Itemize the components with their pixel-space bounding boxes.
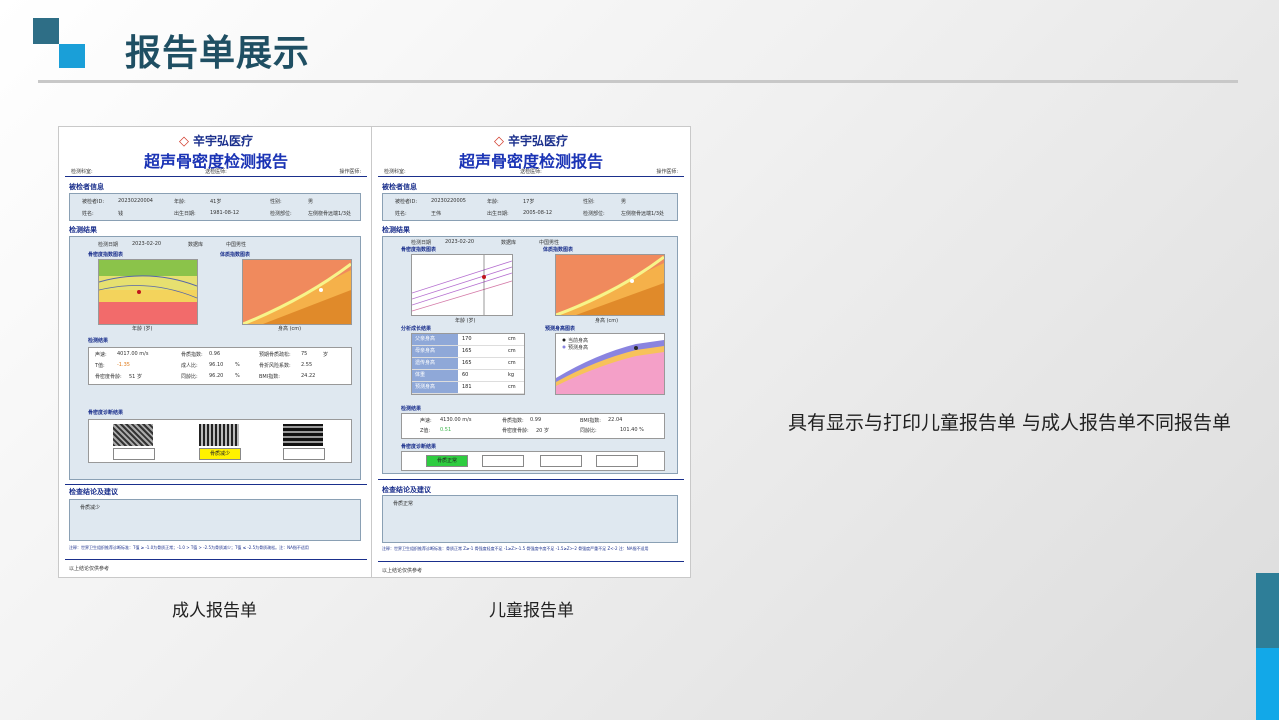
report-footer: 以上结论仅供参考: [69, 566, 110, 572]
bone-density-chart: [98, 259, 198, 325]
hospital-logo-icon: ◇: [493, 134, 504, 149]
growth-row-value: 60: [462, 372, 469, 378]
logo-square-light: [59, 44, 85, 68]
section-patient: 被检者信息: [69, 183, 104, 191]
report-footer: 以上结论仅供参考: [382, 568, 423, 574]
adult-report-caption: 成人报告单: [172, 601, 257, 621]
section-rule: [65, 484, 367, 485]
diag-slot-moderate: [540, 455, 582, 467]
section-conclusion: 检查结论及建议: [69, 488, 118, 496]
corner-deco-dark: [1256, 573, 1279, 648]
growth-row-label: 父亲身高: [412, 334, 458, 345]
section-patient: 被检者信息: [382, 183, 417, 191]
hospital-name: ◇ 辛宇弘医疗: [493, 134, 568, 149]
bmi-chart: [555, 254, 665, 316]
growth-row-value: 165: [462, 348, 472, 354]
result-box: 检测日期 2023-02-20 数据库 中国男性 骨密度指数图表 体质指数图表 …: [69, 236, 361, 480]
diag-slot-osteoporosis: [283, 448, 325, 460]
header-rule: [65, 176, 367, 177]
header-rule: [378, 176, 684, 177]
growth-table: 父亲身高 170 cm 母亲身高 165 cm 遗传身高 165 cm 体重 60 kg 预测身高 181…: [411, 333, 525, 395]
conclusion-box: 骨质正常: [382, 495, 678, 543]
growth-row-value: 165: [462, 360, 472, 366]
diagnosis-panel: 骨质正常: [401, 451, 665, 471]
report-note: 注释：世界卫生组织推荐诊断标准：T值 ≥ -1.0为骨质正常；-1.0 > T值…: [69, 545, 309, 550]
conclusion-box: 骨质减少: [69, 499, 361, 541]
section-rule: [378, 479, 684, 480]
report-note: 注释：世界卫生组织推荐诊断标准：骨质正常 Z≥-1 骨强度轻度不足 -1≥Z>-…: [382, 546, 649, 551]
growth-row: 预测身高 181 cm: [412, 382, 524, 394]
diag-slot-mild: [482, 455, 524, 467]
diag-slot-normal: [113, 448, 155, 460]
bone-texture-osteopenia: [199, 424, 239, 446]
bmi-chart: [242, 259, 352, 325]
growth-row-label: 体重: [412, 370, 458, 381]
hospital-name: ◇ 辛宇弘医疗: [178, 134, 253, 149]
legend-current-label: 当前身高: [568, 337, 588, 344]
slide-title: 报告单展示: [125, 33, 311, 74]
chart-patient-point: [630, 279, 634, 283]
chart-band-osteoporosis: [99, 302, 197, 324]
growth-row-unit: cm: [508, 336, 516, 342]
section-result: 检测结果: [382, 226, 410, 234]
growth-row-label: 遗传身高: [412, 358, 458, 369]
growth-row: 母亲身高 165 cm: [412, 346, 524, 358]
footer-rule: [378, 561, 684, 562]
legend-current-marker: [562, 338, 566, 342]
legend-predicted-label: 预测身高: [568, 344, 588, 351]
legend-predicted-marker: [562, 345, 566, 349]
growth-row-unit: cm: [508, 348, 516, 354]
report-meta: 检测科室: 送检医师: 操作医师:: [384, 169, 678, 175]
growth-row: 体重 60 kg: [412, 370, 524, 382]
growth-row-label: 母亲身高: [412, 346, 458, 357]
growth-row-unit: cm: [508, 384, 516, 390]
growth-row-unit: kg: [508, 372, 515, 378]
growth-row: 遗传身高 165 cm: [412, 358, 524, 370]
diag-slot-selected: 骨质正常: [426, 455, 468, 467]
result-box: 检测日期 2023-02-20 数据库 中国男性 骨密度指数图表 体质指数图表 …: [382, 236, 678, 474]
bone-texture-osteoporosis: [283, 424, 323, 446]
diagnosis-panel: 骨质减少: [88, 419, 352, 463]
slide-description: 具有显示与打印儿童报告单 与成人报告单不同报告单: [788, 412, 1232, 434]
chart-patient-point: [137, 290, 141, 294]
chart-bg: [412, 255, 512, 315]
growth-row-value: 181: [462, 384, 472, 390]
growth-row: 父亲身高 170 cm: [412, 334, 524, 346]
child-report-caption: 儿童报告单: [489, 601, 574, 621]
height-prediction-chart: 当前身高 预测身高: [555, 333, 665, 395]
growth-row-unit: cm: [508, 360, 516, 366]
results-table: 声速: 4130.00 m/s 骨质指数: 0.99 BMI指数: 22.04 …: [401, 413, 665, 439]
growth-row-label: 预测身高: [412, 382, 458, 393]
chart-patient-point: [482, 275, 486, 279]
diag-slot-selected: 骨质减少: [199, 448, 241, 460]
chart-band-osteopenia: [99, 290, 197, 302]
bone-density-chart: [411, 254, 513, 316]
results-table: 声速: 4017.00 m/s 骨质指数: 0.96 预期骨质疏松: 75 岁 …: [88, 347, 352, 385]
section-result: 检测结果: [69, 226, 97, 234]
chart-band-normal: [99, 260, 197, 276]
patient-box: 被检者ID: 20230220005 年龄: 17岁 性别: 男 姓名: 王伟 …: [382, 193, 678, 221]
hospital-logo-icon: ◇: [178, 134, 189, 149]
corner-deco-light: [1256, 648, 1279, 720]
chart-current-point: [634, 346, 638, 350]
adult-report-image: ◇ 辛宇弘医疗 超声骨密度检测报告 检测科室: 送检医师: 操作医师: 被检者信息…: [58, 126, 374, 578]
section-conclusion: 检查结论及建议: [382, 486, 431, 494]
growth-row-value: 170: [462, 336, 472, 342]
bone-texture-normal: [113, 424, 153, 446]
patient-box: 被检者ID: 20230220004 年龄: 41岁 性别: 男 姓名: 钱 出…: [69, 193, 361, 221]
logo-square-dark: [33, 18, 59, 44]
title-divider: [38, 80, 1238, 83]
report-meta: 检测科室: 送检医师: 操作医师:: [71, 169, 361, 175]
footer-rule: [65, 559, 367, 560]
diag-slot-severe: [596, 455, 638, 467]
chart-patient-point: [319, 288, 323, 292]
child-report-image: ◇ 辛宇弘医疗 超声骨密度检测报告 检测科室: 送检医师: 操作医师: 被检者信息…: [371, 126, 691, 578]
